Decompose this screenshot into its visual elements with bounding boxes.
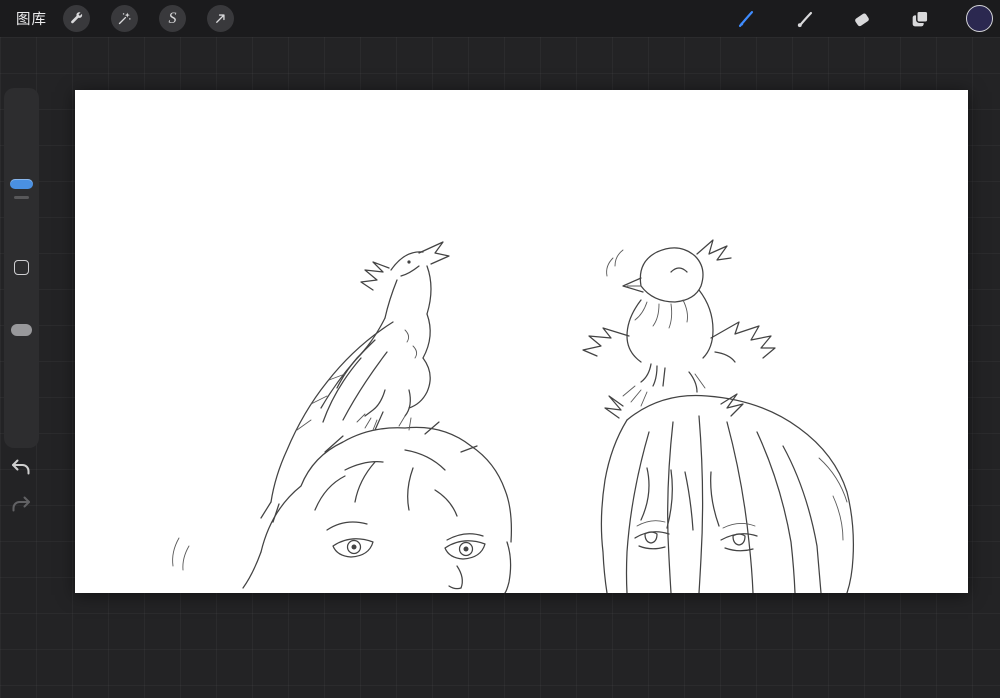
layers-button[interactable] xyxy=(907,6,933,32)
dragon-sketch xyxy=(260,241,450,523)
brush-size-tick xyxy=(14,196,29,199)
modify-button[interactable] xyxy=(14,260,29,275)
opacity-handle[interactable] xyxy=(11,324,32,336)
color-swatch[interactable] xyxy=(966,5,993,32)
eraser-icon xyxy=(851,8,873,30)
transform-arrow-icon xyxy=(213,11,228,26)
undo-icon xyxy=(8,459,34,484)
redo-button[interactable] xyxy=(8,492,34,518)
paint-button[interactable] xyxy=(733,6,759,32)
smudge-button[interactable] xyxy=(792,6,818,32)
paintbrush-icon xyxy=(735,8,757,30)
top-toolbar: 图库 S xyxy=(0,0,1000,37)
undo-button[interactable] xyxy=(8,455,34,481)
sidebar xyxy=(4,88,39,448)
adjustments-button[interactable] xyxy=(111,5,138,32)
right-person-sketch xyxy=(600,393,855,593)
smudge-icon xyxy=(794,8,816,30)
gallery-button[interactable]: 图库 xyxy=(16,0,47,37)
left-person-sketch xyxy=(172,411,512,593)
erase-button[interactable] xyxy=(849,6,875,32)
layers-icon xyxy=(909,8,931,30)
artwork-sketch[interactable] xyxy=(75,90,968,593)
bird-sketch xyxy=(582,239,776,407)
selection-button[interactable]: S xyxy=(159,5,186,32)
transform-button[interactable] xyxy=(207,5,234,32)
brush-size-handle[interactable] xyxy=(10,179,33,189)
wrench-icon xyxy=(69,11,84,26)
selection-s-icon: S xyxy=(168,9,177,27)
canvas[interactable] xyxy=(75,90,968,593)
magic-wand-icon xyxy=(117,11,132,26)
redo-icon xyxy=(8,496,34,521)
actions-button[interactable] xyxy=(63,5,90,32)
